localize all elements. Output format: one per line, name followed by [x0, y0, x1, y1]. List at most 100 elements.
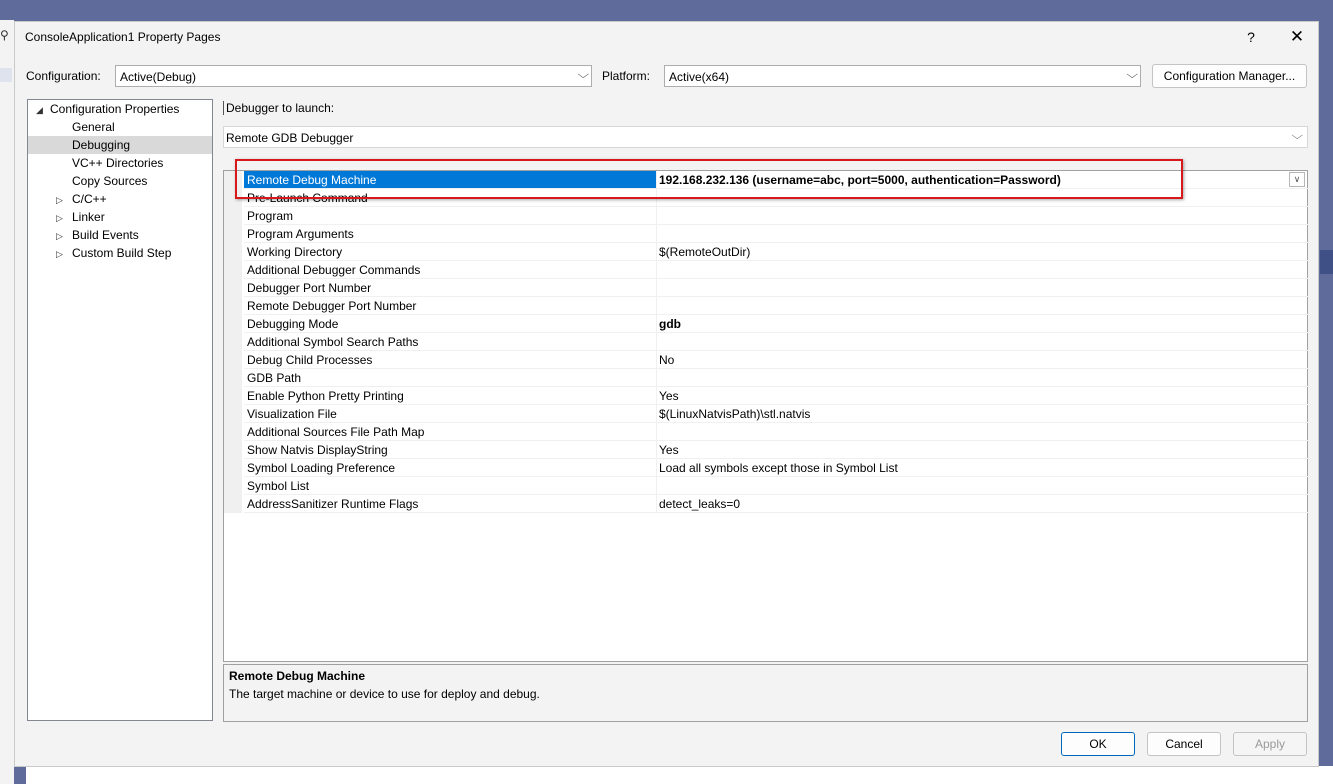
property-name[interactable]: Debug Child Processes — [244, 351, 657, 369]
tree-item-general[interactable]: General — [72, 118, 115, 136]
property-name[interactable]: Visualization File — [244, 405, 657, 423]
property-value[interactable]: gdb — [656, 315, 1309, 333]
property-row[interactable]: Working Directory $(RemoteOutDir) — [224, 243, 1309, 261]
property-name[interactable]: Remote Debugger Port Number — [244, 297, 657, 315]
property-name[interactable]: Working Directory — [244, 243, 657, 261]
expand-arrow-icon[interactable]: ▷ — [56, 245, 72, 263]
property-row[interactable]: Remote Debug Machine 192.168.232.136 (us… — [224, 171, 1309, 189]
configuration-manager-button[interactable]: Configuration Manager... — [1152, 64, 1307, 88]
debugger-to-launch-label: Debugger to launch: — [223, 101, 334, 115]
property-name[interactable]: Program — [244, 207, 657, 225]
tree-item-label: Build Events — [72, 228, 139, 242]
chevron-down-icon: ⌵ — [1125, 69, 1138, 81]
tree-item-configuration-properties[interactable]: ◢ Configuration Properties — [36, 100, 179, 118]
property-value[interactable] — [656, 297, 1309, 315]
property-value[interactable]: $(RemoteOutDir) — [656, 243, 1309, 261]
property-row[interactable]: Pre-Launch Command — [224, 189, 1309, 207]
tree-item-label: VC++ Directories — [72, 156, 164, 170]
chevron-down-icon: ⌵ — [576, 69, 589, 81]
expand-arrow-icon[interactable]: ▷ — [56, 209, 72, 227]
property-value[interactable] — [656, 225, 1309, 243]
expand-arrow-icon[interactable]: ▷ — [56, 191, 72, 209]
property-value[interactable]: No — [656, 351, 1309, 369]
property-name[interactable]: Pre-Launch Command — [244, 189, 657, 207]
property-row[interactable]: Additional Symbol Search Paths — [224, 333, 1309, 351]
property-name[interactable]: Show Natvis DisplayString — [244, 441, 657, 459]
property-value[interactable] — [656, 423, 1309, 441]
tree-item-label: C/C++ — [72, 192, 107, 206]
property-row[interactable]: Symbol Loading Preference Load all symbo… — [224, 459, 1309, 477]
property-row[interactable]: Debugger Port Number — [224, 279, 1309, 297]
property-value[interactable] — [656, 279, 1309, 297]
collapse-arrow-icon[interactable]: ◢ — [36, 101, 50, 119]
property-name[interactable]: Additional Symbol Search Paths — [244, 333, 657, 351]
configuration-dropdown[interactable]: Active(Debug) ⌵ — [115, 65, 592, 87]
property-row[interactable]: Debug Child Processes No — [224, 351, 1309, 369]
property-value[interactable] — [656, 207, 1309, 225]
platform-dropdown[interactable]: Active(x64) ⌵ — [664, 65, 1141, 87]
tree-item-label: Configuration Properties — [50, 102, 180, 116]
property-name[interactable]: Additional Sources File Path Map — [244, 423, 657, 441]
property-name[interactable]: Additional Debugger Commands — [244, 261, 657, 279]
cancel-button[interactable]: Cancel — [1147, 732, 1221, 756]
property-value[interactable]: Yes — [656, 387, 1309, 405]
property-pages-dialog: ConsoleApplication1 Property Pages ? ✕ C… — [14, 21, 1319, 767]
property-row[interactable]: Program — [224, 207, 1309, 225]
property-name[interactable]: Symbol List — [244, 477, 657, 495]
tree-item-cpp[interactable]: ▷ C/C++ — [56, 190, 107, 208]
property-value[interactable]: detect_leaks=0 — [656, 495, 1309, 513]
property-name[interactable]: Remote Debug Machine — [244, 171, 657, 189]
property-name[interactable]: GDB Path — [244, 369, 657, 387]
property-tree: ◢ Configuration Properties General Debugg… — [27, 99, 213, 721]
close-icon[interactable]: ✕ — [1283, 24, 1311, 50]
property-row[interactable]: Debugging Mode gdb — [224, 315, 1309, 333]
tree-item-custom-build-step[interactable]: ▷ Custom Build Step — [56, 244, 171, 262]
property-value[interactable]: $(LinuxNatvisPath)\stl.natvis — [656, 405, 1309, 423]
property-name[interactable]: Debugger Port Number — [244, 279, 657, 297]
property-row[interactable]: Additional Sources File Path Map — [224, 423, 1309, 441]
property-row[interactable]: Symbol List — [224, 477, 1309, 495]
description-title: Remote Debug Machine — [229, 669, 366, 683]
property-name[interactable]: AddressSanitizer Runtime Flags — [244, 495, 657, 513]
background-search-icon: ⚲ — [0, 28, 9, 42]
property-name[interactable]: Program Arguments — [244, 225, 657, 243]
property-row[interactable]: Program Arguments — [224, 225, 1309, 243]
property-name[interactable]: Enable Python Pretty Printing — [244, 387, 657, 405]
debugger-to-launch-value: Remote GDB Debugger — [226, 131, 354, 145]
expand-arrow-icon[interactable]: ▷ — [56, 227, 72, 245]
property-value[interactable] — [656, 261, 1309, 279]
property-row[interactable]: Show Natvis DisplayString Yes — [224, 441, 1309, 459]
tree-item-label: Linker — [72, 210, 105, 224]
property-value[interactable] — [656, 333, 1309, 351]
help-icon[interactable]: ? — [1237, 24, 1265, 50]
property-row[interactable]: Enable Python Pretty Printing Yes — [224, 387, 1309, 405]
tree-item-build-events[interactable]: ▷ Build Events — [56, 226, 139, 244]
property-value[interactable]: 192.168.232.136 (username=abc, port=5000… — [656, 171, 1309, 189]
property-value[interactable] — [656, 369, 1309, 387]
property-grid: Remote Debug Machine 192.168.232.136 (us… — [223, 170, 1309, 662]
property-row[interactable]: Additional Debugger Commands — [224, 261, 1309, 279]
ok-button[interactable]: OK — [1061, 732, 1135, 756]
background-window-edge — [0, 20, 14, 784]
property-row[interactable]: Visualization File $(LinuxNatvisPath)\st… — [224, 405, 1309, 423]
apply-button[interactable]: Apply — [1233, 732, 1307, 756]
property-name[interactable]: Symbol Loading Preference — [244, 459, 657, 477]
chevron-down-icon[interactable]: ∨ — [1289, 172, 1305, 187]
tree-item-linker[interactable]: ▷ Linker — [56, 208, 105, 226]
property-row[interactable]: GDB Path — [224, 369, 1309, 387]
debugger-to-launch-dropdown[interactable]: Remote GDB Debugger ⌵ — [223, 126, 1308, 148]
property-value[interactable]: Load all symbols except those in Symbol … — [656, 459, 1309, 477]
property-row[interactable]: Remote Debugger Port Number — [224, 297, 1309, 315]
background-window-accent — [1320, 250, 1333, 274]
tree-item-copy-sources[interactable]: Copy Sources — [72, 172, 147, 190]
tree-item-debugging[interactable]: Debugging — [28, 136, 212, 154]
tree-item-vc-directories[interactable]: VC++ Directories — [72, 154, 163, 172]
platform-value: Active(x64) — [669, 70, 730, 84]
property-value[interactable] — [656, 477, 1309, 495]
property-value[interactable] — [656, 189, 1309, 207]
background-strip — [0, 68, 12, 82]
property-row[interactable]: AddressSanitizer Runtime Flags detect_le… — [224, 495, 1309, 513]
property-name[interactable]: Debugging Mode — [244, 315, 657, 333]
title-bar: ConsoleApplication1 Property Pages ? ✕ — [15, 22, 1318, 52]
property-value[interactable]: Yes — [656, 441, 1309, 459]
